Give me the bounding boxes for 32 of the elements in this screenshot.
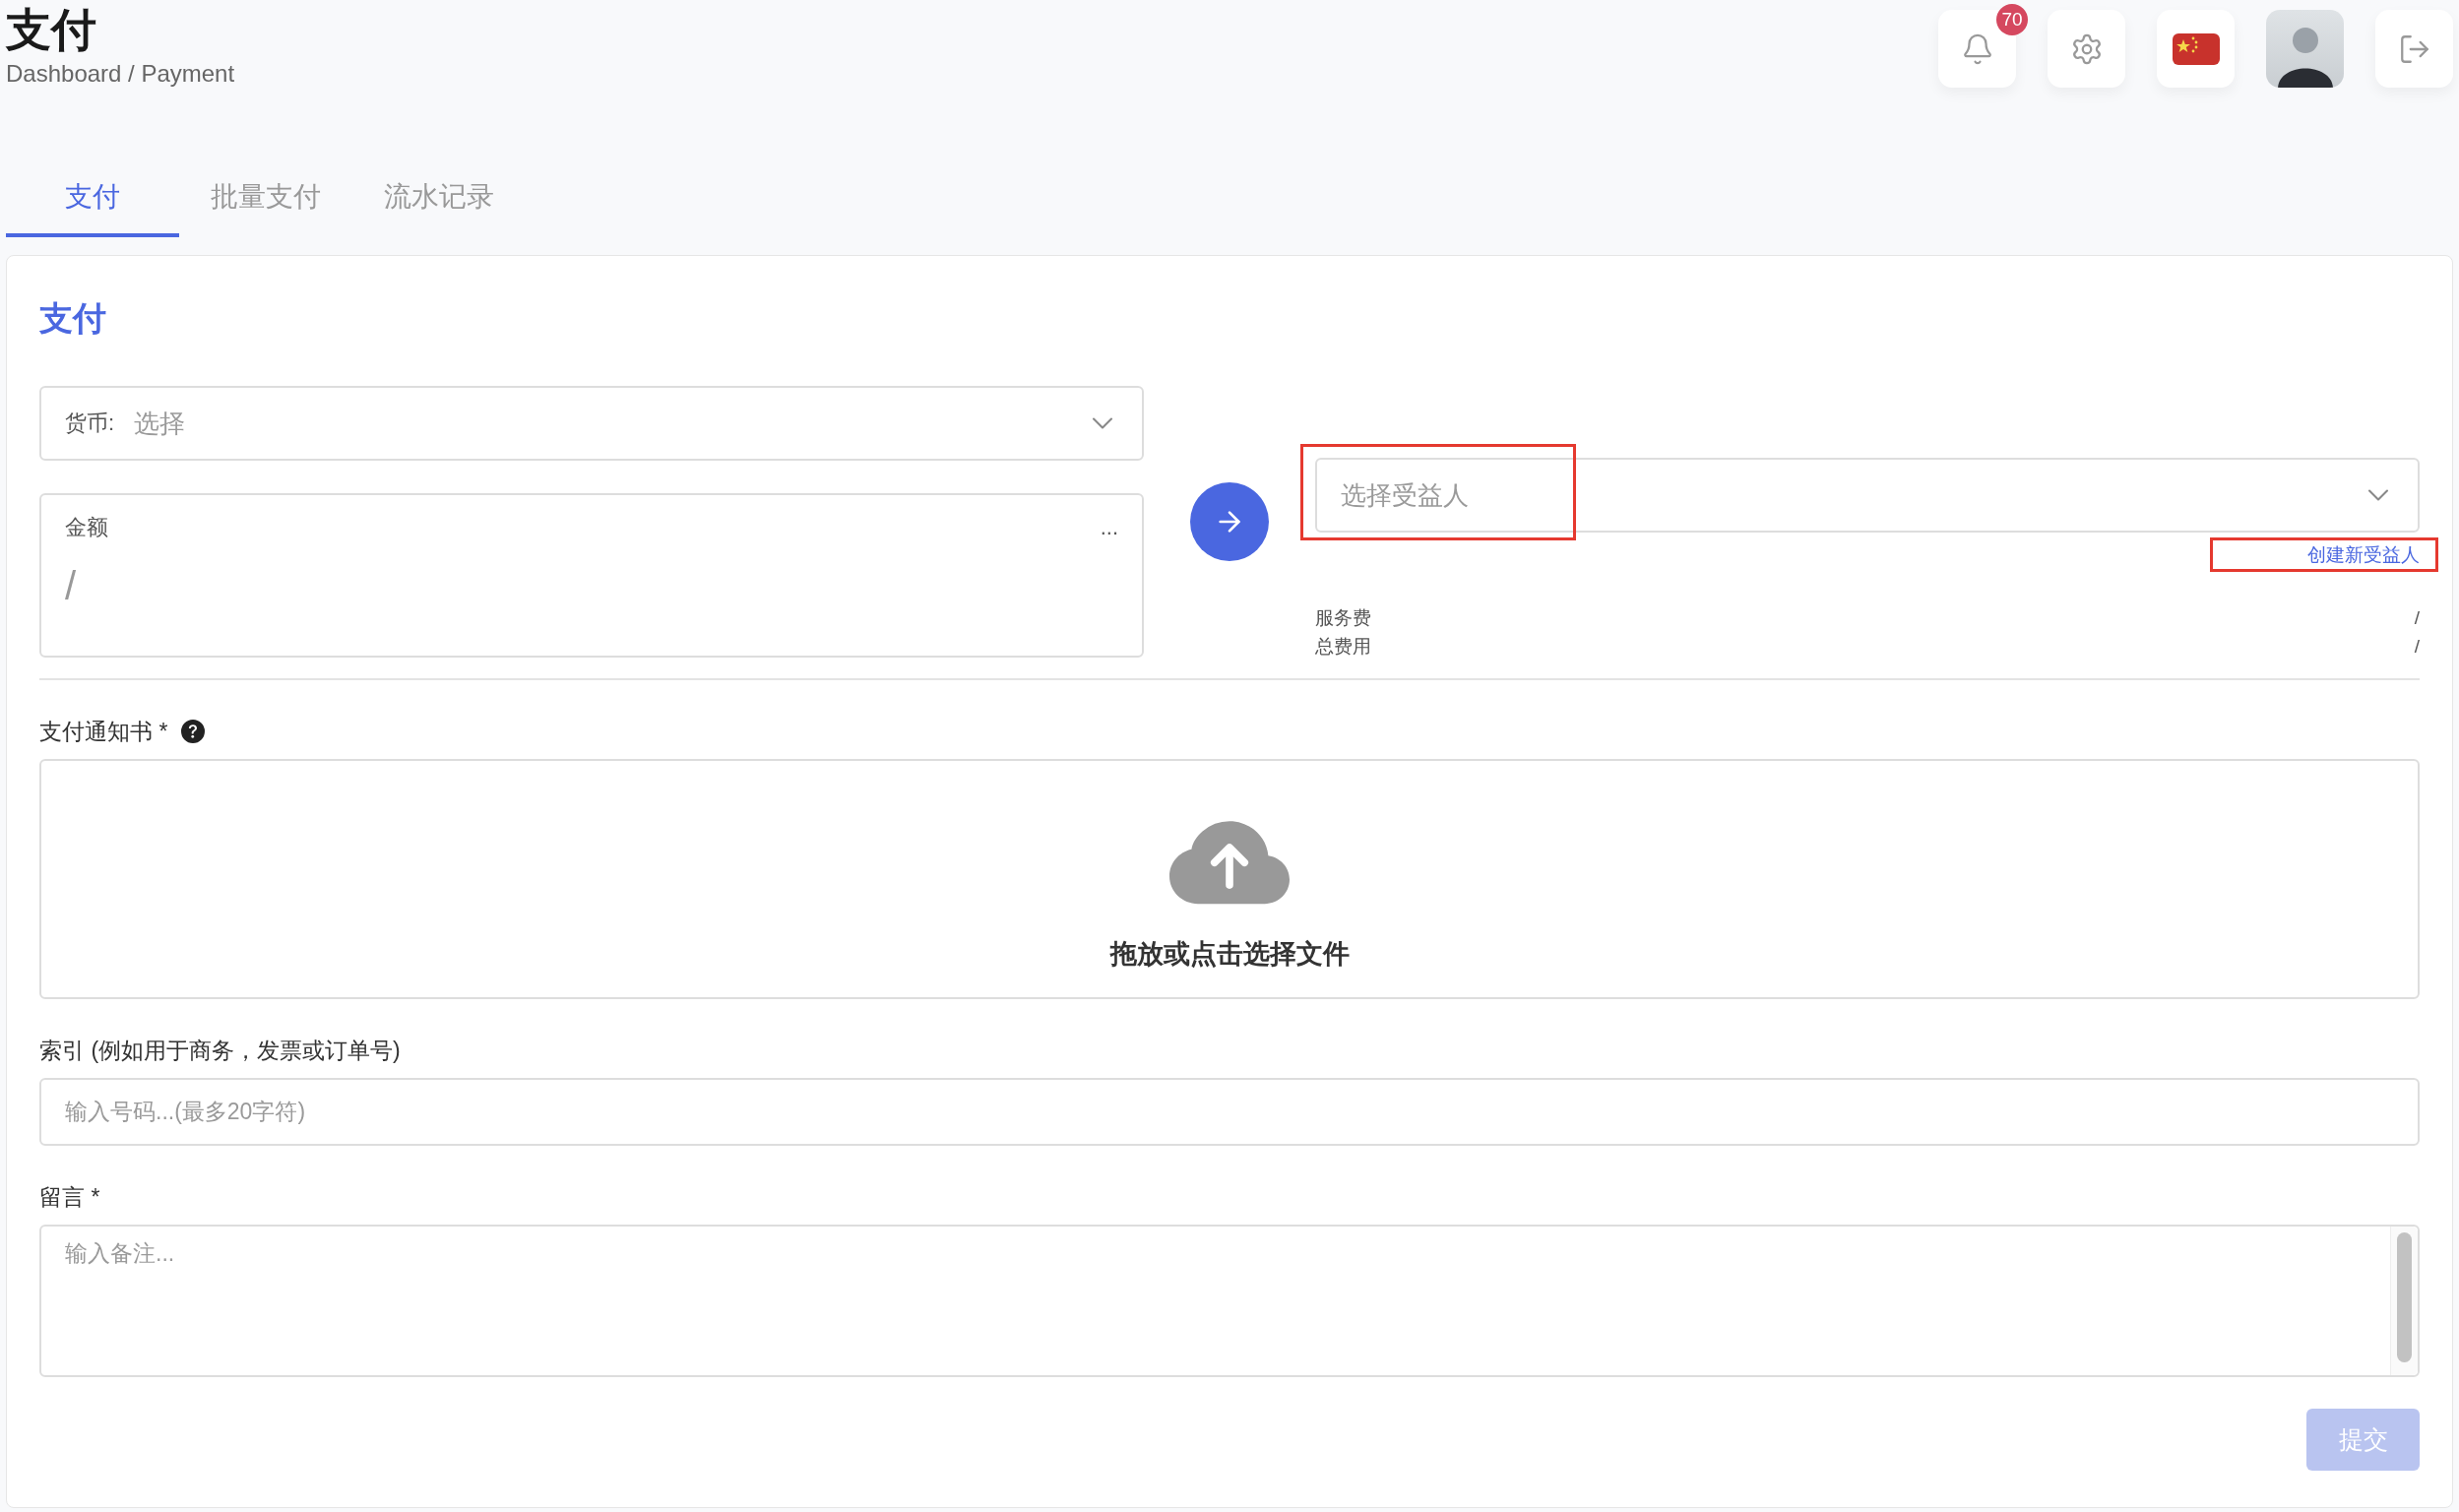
fee-label: 总费用 (1315, 635, 1371, 659)
settings-button[interactable] (2048, 10, 2125, 88)
notification-count: 70 (1996, 4, 2028, 35)
reference-input[interactable]: 输入号码...(最多20字符) (39, 1078, 2420, 1146)
upload-text: 拖放或点击选择文件 (1109, 938, 1350, 971)
tab[interactable]: 批量支付 (179, 158, 352, 237)
fee-value: / (2414, 635, 2420, 659)
amount-placeholder: / (65, 564, 78, 608)
tab[interactable]: 支付 (6, 158, 179, 237)
fee-label: 服务费 (1315, 606, 1371, 630)
field-label: 留言 * (39, 1183, 100, 1212)
avatar-placeholder[interactable] (2266, 10, 2344, 88)
fee-value: / (2414, 606, 2420, 630)
field-label: 索引 (例如用于商务，发票或订单号) (39, 1037, 401, 1065)
logout-button[interactable] (2375, 10, 2453, 88)
field-label: 支付通知书 * (39, 718, 168, 746)
page-title: 支付 (6, 3, 97, 57)
amount-field[interactable]: 金额 ... / (39, 493, 1144, 658)
currency-select[interactable]: 货币: 选择 (39, 386, 1144, 461)
help-icon[interactable] (181, 720, 206, 743)
amount-label: 金额 (65, 514, 108, 541)
beneficiary-select[interactable]: 选择受益人 (1315, 458, 2420, 533)
scrollbar[interactable] (2390, 1227, 2418, 1375)
more-menu[interactable]: ... (1100, 515, 1118, 540)
language-button[interactable] (2157, 10, 2235, 88)
breadcrumb: Dashboard / Payment (6, 59, 235, 89)
tab[interactable]: 流水记录 (352, 158, 526, 237)
file-drop-zone[interactable]: 拖放或点击选择文件 (39, 759, 2420, 999)
create-beneficiary-link[interactable]: 创建新受益人 (2307, 542, 2420, 568)
flag-icon (2172, 32, 2220, 65)
card-title: 支付 (39, 298, 107, 339)
message-textarea[interactable]: 输入备注... (39, 1225, 2420, 1377)
